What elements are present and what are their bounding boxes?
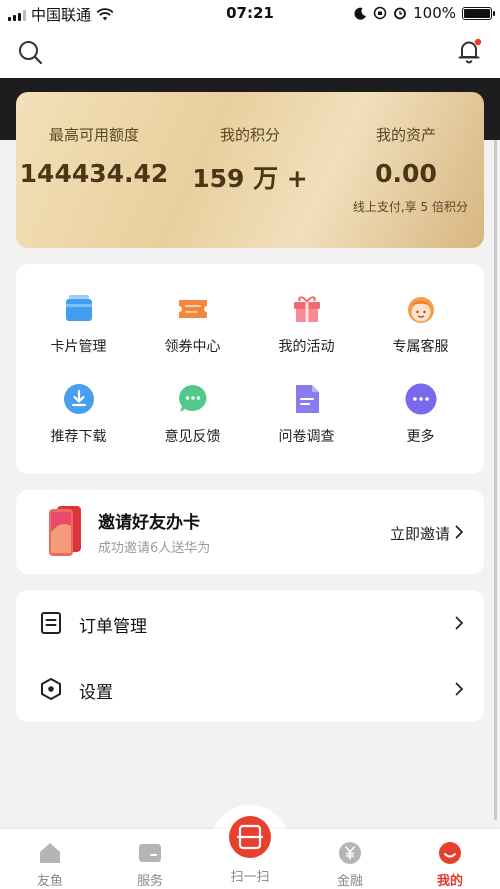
chevron-right-icon (455, 616, 463, 630)
grid-label: 领券中心 (164, 339, 221, 355)
coupon-icon (179, 300, 207, 318)
asset-summary-card: 最高可用额度 144434.42 我的积分 159 万 + 我的资产 0.00 … (16, 92, 484, 248)
card-icon (66, 295, 92, 321)
chevron-right-icon (455, 682, 463, 696)
status-bar: 中国联通 07:21 100% (0, 0, 500, 26)
invite-title: 邀请好友办卡 (98, 513, 200, 533)
scan-button[interactable] (229, 816, 271, 858)
grid-label: 问卷调查 (278, 429, 335, 445)
quick-actions-card: 卡片管理 领券中心 我的活动 专属客服 推荐下载 意见反馈 问卷调查 更多 (16, 264, 484, 474)
menu-list: 订单管理 设置 (16, 590, 484, 722)
points-label: 我的积分 (219, 126, 280, 144)
tab-label: 友鱼 (36, 874, 63, 889)
points-value: 159 万 + (192, 164, 308, 193)
home-icon (40, 843, 60, 863)
grid-label: 意见反馈 (164, 429, 221, 445)
service-agent-icon (408, 297, 434, 323)
credit-limit-value: 144434.42 (19, 159, 169, 188)
moon-icon (354, 7, 367, 20)
my-activities-item[interactable]: 我的活动 (248, 292, 365, 382)
tab-service[interactable]: 服务 (100, 829, 200, 889)
credit-limit-label: 最高可用额度 (48, 126, 139, 144)
yuan-icon (339, 842, 361, 864)
order-management-row[interactable]: 订单管理 (16, 590, 484, 656)
grid-label: 更多 (406, 429, 435, 445)
battery-icon (462, 6, 495, 20)
tab-finance[interactable]: 金融 (300, 829, 400, 889)
points-promo-note: 线上支付,享 5 倍积分 (352, 200, 468, 214)
document-icon (296, 385, 319, 413)
gift-icon (294, 296, 320, 322)
battery-percent: 100% (413, 4, 456, 22)
menu-label-settings: 设置 (79, 683, 113, 703)
chat-bubble-icon (179, 385, 207, 412)
phone-image (49, 506, 81, 556)
tab-label: 我的 (436, 874, 463, 889)
service-icon (139, 844, 161, 862)
tab-youyu[interactable]: 友鱼 (0, 829, 100, 889)
customer-service-item[interactable]: 专属客服 (362, 292, 479, 382)
top-nav (0, 26, 500, 78)
chevron-right-icon (455, 525, 463, 539)
tab-label: 服务 (136, 874, 163, 889)
tab-label: 金融 (336, 874, 363, 889)
assets-label: 我的资产 (375, 126, 436, 144)
tab-mine[interactable]: 我的 (400, 829, 500, 889)
scan-icon (236, 824, 264, 850)
notification-bell-icon[interactable] (454, 36, 484, 66)
points[interactable]: 我的积分 159 万 + (172, 92, 328, 195)
invite-friend-banner[interactable]: 邀请好友办卡 成功邀请6人送华为 立即邀请 (16, 490, 484, 574)
assets-value: 0.00 (375, 159, 437, 188)
profile-icon (439, 842, 461, 864)
scrollbar[interactable] (494, 140, 497, 820)
recommend-download-item[interactable]: 推荐下载 (20, 382, 137, 472)
tab-label-scan: 扫一扫 (230, 870, 270, 885)
credit-limit[interactable]: 最高可用额度 144434.42 (16, 92, 172, 188)
alarm-icon (394, 7, 407, 20)
search-icon[interactable] (16, 38, 44, 66)
feedback-item[interactable]: 意见反馈 (134, 382, 251, 472)
more-item[interactable]: 更多 (362, 382, 479, 472)
survey-item[interactable]: 问卷调查 (248, 382, 365, 472)
grid-label: 我的活动 (278, 339, 335, 355)
orientation-lock-icon (373, 6, 387, 20)
card-management-item[interactable]: 卡片管理 (20, 292, 137, 382)
grid-label: 推荐下载 (50, 429, 107, 445)
coupon-center-item[interactable]: 领券中心 (134, 292, 251, 382)
order-list-icon (41, 612, 61, 634)
download-icon (64, 384, 94, 414)
grid-label: 专属客服 (392, 339, 449, 355)
my-assets[interactable]: 我的资产 0.00 (328, 92, 484, 188)
settings-hexagon-icon (41, 678, 61, 700)
menu-label-orders: 订单管理 (79, 617, 147, 637)
more-icon (405, 383, 437, 415)
settings-row[interactable]: 设置 (16, 656, 484, 722)
invite-now-link[interactable]: 立即邀请 (390, 523, 450, 544)
invite-subtitle: 成功邀请6人送华为 (98, 541, 211, 556)
grid-label: 卡片管理 (50, 339, 107, 355)
